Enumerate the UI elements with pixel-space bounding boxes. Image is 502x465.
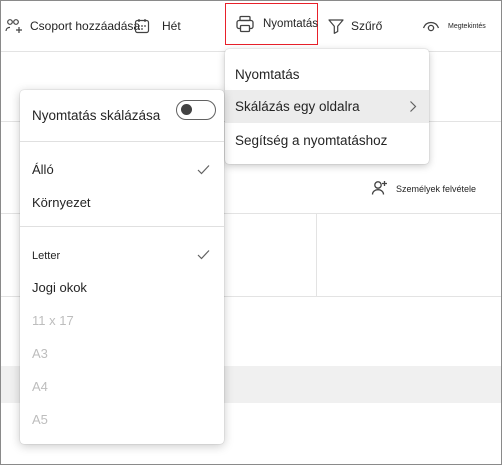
person-add-icon [371, 179, 389, 199]
print-menu-item-label: Nyomtatás [235, 67, 300, 82]
scale-submenu: Nyomtatás skálázása Álló Környezet Lette… [20, 90, 224, 444]
scale-toggle-row: Nyomtatás skálázása [20, 90, 224, 140]
checkmark-icon [197, 249, 210, 263]
eye-icon [422, 19, 440, 33]
print-menu-item-print[interactable]: Nyomtatás [225, 58, 429, 91]
size-item-a3[interactable]: A3 [20, 337, 224, 370]
orientation-label: Álló [32, 162, 54, 177]
toolbar: Csoport hozzáadása Hét Nyomtatás Szűrő M [1, 1, 501, 51]
filter-icon [327, 17, 345, 35]
size-label: A5 [32, 412, 48, 427]
printer-icon [235, 15, 255, 33]
orientation-item-portrait[interactable]: Álló [20, 153, 224, 186]
chevron-right-icon [409, 100, 417, 116]
filter-button[interactable]: Szűrő [327, 1, 382, 51]
add-people-label: Személyek felvétele [396, 184, 477, 194]
grid-line [316, 213, 317, 297]
size-label: Jogi okok [32, 280, 87, 295]
size-label: 11 x 17 [32, 313, 74, 328]
print-menu-item-label: Skálázás egy oldalra [235, 99, 360, 114]
size-item-letter[interactable]: Letter [20, 239, 224, 272]
app-window: Személyek felvétele Csoport hozzáadása H… [0, 0, 502, 465]
toggle-knob [181, 104, 192, 115]
week-button[interactable]: Hét [134, 1, 181, 51]
print-menu: Nyomtatás Skálázás egy oldalra Segítség … [225, 49, 429, 164]
print-menu-item-help[interactable]: Segítség a nyomtatáshoz [225, 124, 429, 157]
size-item-11x17[interactable]: 11 x 17 [20, 304, 224, 337]
scale-toggle-switch[interactable] [176, 100, 216, 120]
size-label: A3 [32, 346, 48, 361]
scale-toggle-label: Nyomtatás skálázása [32, 108, 161, 123]
divider [20, 141, 224, 142]
size-label: Letter [32, 249, 61, 262]
view-label: Megtekintés [448, 22, 486, 30]
add-group-icon [4, 16, 24, 36]
week-label: Hét [162, 19, 181, 33]
add-group-label: Csoport hozzáadása [30, 19, 141, 33]
size-label: A4 [32, 379, 48, 394]
print-button[interactable]: Nyomtatás [225, 3, 318, 45]
add-people-button[interactable]: Személyek felvétele [371, 179, 476, 199]
size-item-legal[interactable]: Jogi okok [20, 271, 224, 304]
print-label: Nyomtatás [263, 18, 318, 30]
print-menu-item-label: Segítség a nyomtatáshoz [235, 133, 388, 148]
size-item-a4[interactable]: A4 [20, 370, 224, 403]
view-button[interactable]: Megtekintés [422, 1, 486, 51]
filter-label: Szűrő [351, 19, 383, 33]
checkmark-icon [197, 163, 210, 178]
add-group-button[interactable]: Csoport hozzáadása [4, 1, 140, 51]
calendar-icon [134, 18, 150, 34]
divider [20, 226, 224, 227]
size-item-a5[interactable]: A5 [20, 403, 224, 436]
orientation-item-landscape[interactable]: Környezet [20, 186, 224, 219]
orientation-label: Környezet [32, 195, 91, 210]
print-menu-item-scale[interactable]: Skálázás egy oldalra [225, 90, 429, 123]
